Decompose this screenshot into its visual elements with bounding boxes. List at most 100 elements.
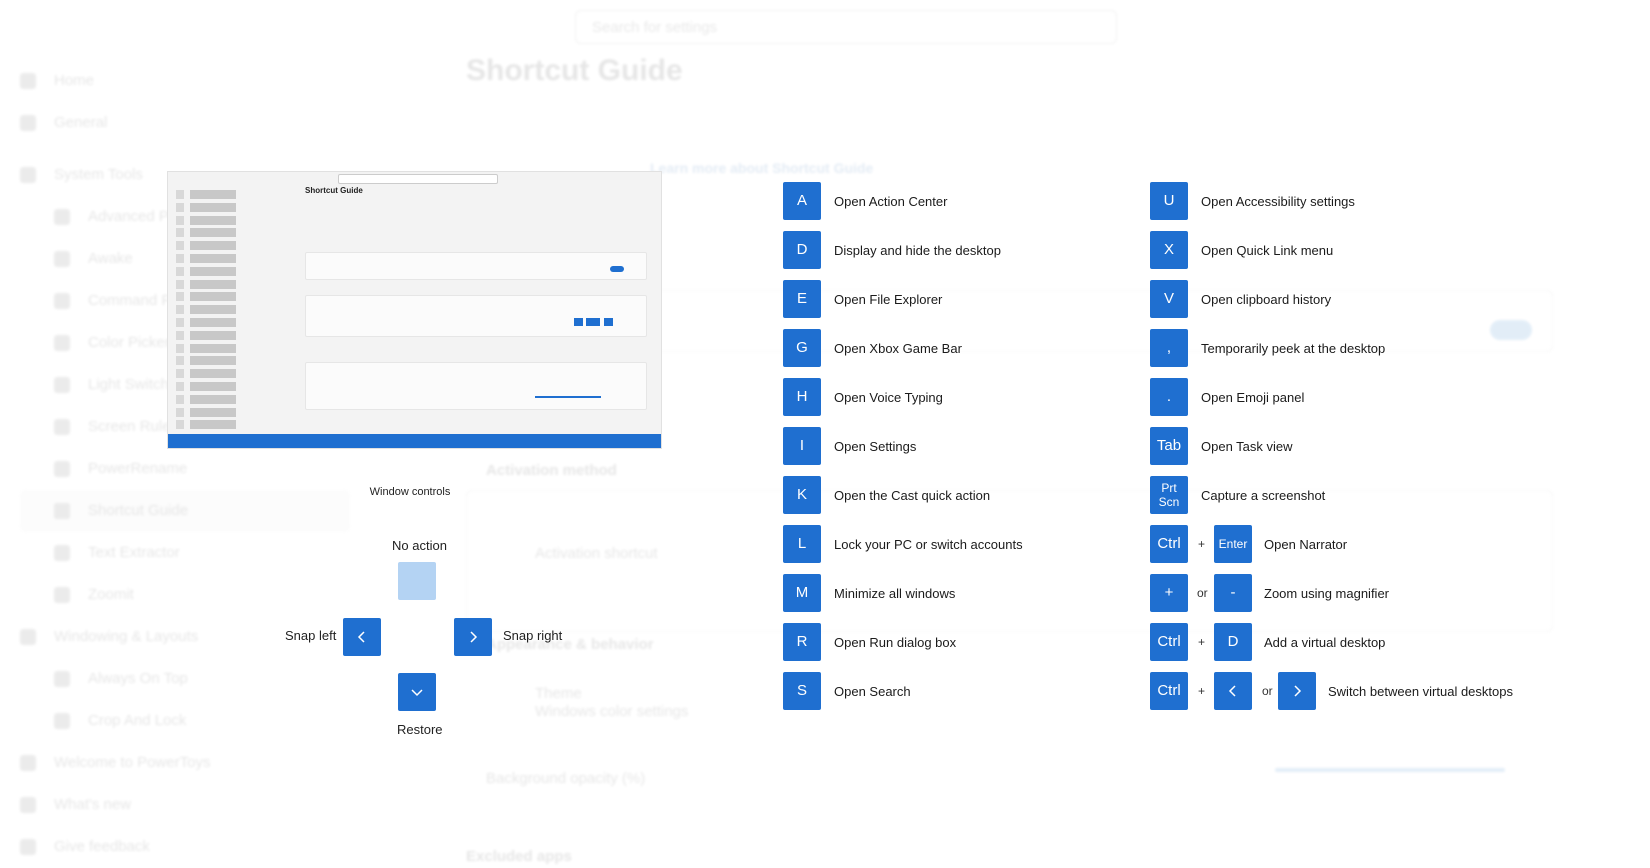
shortcut-desc: Open Voice Typing	[834, 390, 943, 405]
background-page-title: Shortcut Guide	[466, 54, 683, 87]
chevron-right-icon	[1294, 685, 1302, 697]
key-ctrl: Ctrl	[1150, 525, 1188, 563]
snap-right-label: Snap right	[503, 628, 563, 643]
bg-sidebar-item: Welcome to PowerToys	[20, 742, 350, 784]
chevron-down-icon	[411, 689, 423, 697]
bg-sidebar-label: What's new	[54, 796, 132, 813]
shortcut-desc: Switch between virtual desktops	[1328, 684, 1513, 699]
bg-sidebar-label: Shortcut Guide	[88, 502, 189, 519]
key-u: U	[1150, 182, 1188, 220]
shortcut-desc: Open Emoji panel	[1201, 390, 1305, 405]
bg-sidebar-label: Screen Ruler	[88, 418, 176, 435]
ruler-icon	[54, 419, 70, 435]
welcome-icon	[20, 755, 36, 771]
pin-icon	[54, 671, 70, 687]
background-learn-more-link: Learn more about Shortcut Guide	[650, 160, 874, 176]
shortcut-desc: Open Settings	[834, 439, 917, 454]
key-minus: -	[1214, 574, 1252, 612]
bg-sidebar-item: Text Extractor	[20, 532, 350, 574]
feedback-icon	[20, 839, 36, 855]
key-h: H	[783, 378, 821, 416]
bg-sidebar-label: Give feedback	[54, 838, 150, 855]
shortcut-desc: Open Quick Link menu	[1201, 243, 1334, 258]
bg-sidebar-item: PowerRename	[20, 448, 350, 490]
snap-left-key	[343, 618, 381, 656]
shortcut-desc: Minimize all windows	[834, 586, 956, 601]
key-d: D	[783, 231, 821, 269]
coffee-icon	[54, 251, 70, 267]
bg-sidebar-label: Text Extractor	[88, 544, 180, 561]
bg-sidebar-label: Crop And Lock	[88, 712, 187, 729]
color-picker-icon	[54, 335, 70, 351]
thumbnail-card	[305, 252, 647, 280]
thumbnail-search-box	[338, 174, 498, 184]
plus-operator: +	[1198, 635, 1206, 649]
shortcut-desc: Open Search	[834, 684, 911, 699]
bg-sidebar-item: Home	[20, 60, 350, 102]
tools-icon	[20, 167, 36, 183]
bg-sidebar-label: Light Switch	[88, 376, 169, 393]
palette-icon	[54, 293, 70, 309]
key-print-screen: Prt Scn	[1150, 476, 1188, 514]
shortcut-desc: Open the Cast quick action	[834, 488, 991, 503]
key-a: A	[783, 182, 821, 220]
shortcut-desc: Open Xbox Game Bar	[834, 341, 962, 356]
key-ctrl: Ctrl	[1150, 672, 1188, 710]
key-period: .	[1150, 378, 1188, 416]
zoom-icon	[54, 587, 70, 603]
shortcut-desc: Open clipboard history	[1201, 292, 1332, 307]
or-operator: or	[1262, 684, 1273, 698]
shortcut-desc: Lock your PC or switch accounts	[834, 537, 1023, 552]
key-enter: Enter	[1214, 525, 1252, 563]
snap-right-key	[454, 618, 492, 656]
shortcut-desc: Open Task view	[1201, 439, 1293, 454]
thumbnail-sidebar	[176, 190, 276, 433]
key-x: X	[1150, 231, 1188, 269]
restore-label: Restore	[397, 722, 443, 737]
background-section-heading: Activation shortcut	[535, 545, 658, 562]
bg-sidebar-label: Always On Top	[88, 670, 188, 687]
shortcut-desc: Open Run dialog box	[834, 635, 957, 650]
bg-sidebar-label: Zoomit	[88, 586, 134, 603]
background-section-heading: Theme	[535, 685, 582, 702]
shortcut-desc: Zoom using magnifier	[1264, 586, 1389, 601]
crop-icon	[54, 713, 70, 729]
bg-sidebar-item: Zoomit	[20, 574, 350, 616]
key-r: R	[783, 623, 821, 661]
keyboard-icon	[54, 503, 70, 519]
background-slider	[1275, 768, 1505, 772]
key-e: E	[783, 280, 821, 318]
shortcut-desc: Open Narrator	[1264, 537, 1348, 552]
gear-icon	[20, 115, 36, 131]
bg-sidebar-label: Awake	[88, 250, 133, 267]
background-section-heading: Activation method	[486, 462, 617, 479]
thumbnail-title: Shortcut Guide	[305, 186, 363, 195]
background-section-heading: Windows color settings	[535, 703, 689, 720]
key-tab: Tab	[1150, 427, 1188, 465]
rename-icon	[54, 461, 70, 477]
home-icon	[20, 73, 36, 89]
plus-operator: +	[1198, 684, 1206, 698]
background-search-placeholder: Search for settings	[592, 19, 718, 36]
key-g: G	[783, 329, 821, 367]
shortcut-desc: Capture a screenshot	[1201, 488, 1326, 503]
bg-sidebar-label: Welcome to PowerToys	[54, 754, 211, 771]
snap-left-label: Snap left	[285, 628, 337, 643]
thumbnail-card	[305, 362, 647, 410]
thumbnail-slider	[535, 396, 601, 398]
bg-sidebar-item: Always On Top	[20, 658, 350, 700]
key-s: S	[783, 672, 821, 710]
background-section-heading: Excluded apps	[466, 848, 572, 865]
key-m: M	[783, 574, 821, 612]
bg-sidebar-label: Windowing & Layouts	[54, 628, 199, 645]
key-k: K	[783, 476, 821, 514]
restore-key	[398, 673, 436, 711]
key-plus: +	[1150, 574, 1188, 612]
key-v: V	[1150, 280, 1188, 318]
shortcut-desc: Open File Explorer	[834, 292, 943, 307]
thumbnail-key	[574, 318, 583, 326]
settings-thumbnail: Shortcut Guide	[167, 171, 662, 449]
bg-sidebar-item: Crop And Lock	[20, 700, 350, 742]
key-i: I	[783, 427, 821, 465]
bg-sidebar-item: Give feedback	[20, 826, 350, 868]
